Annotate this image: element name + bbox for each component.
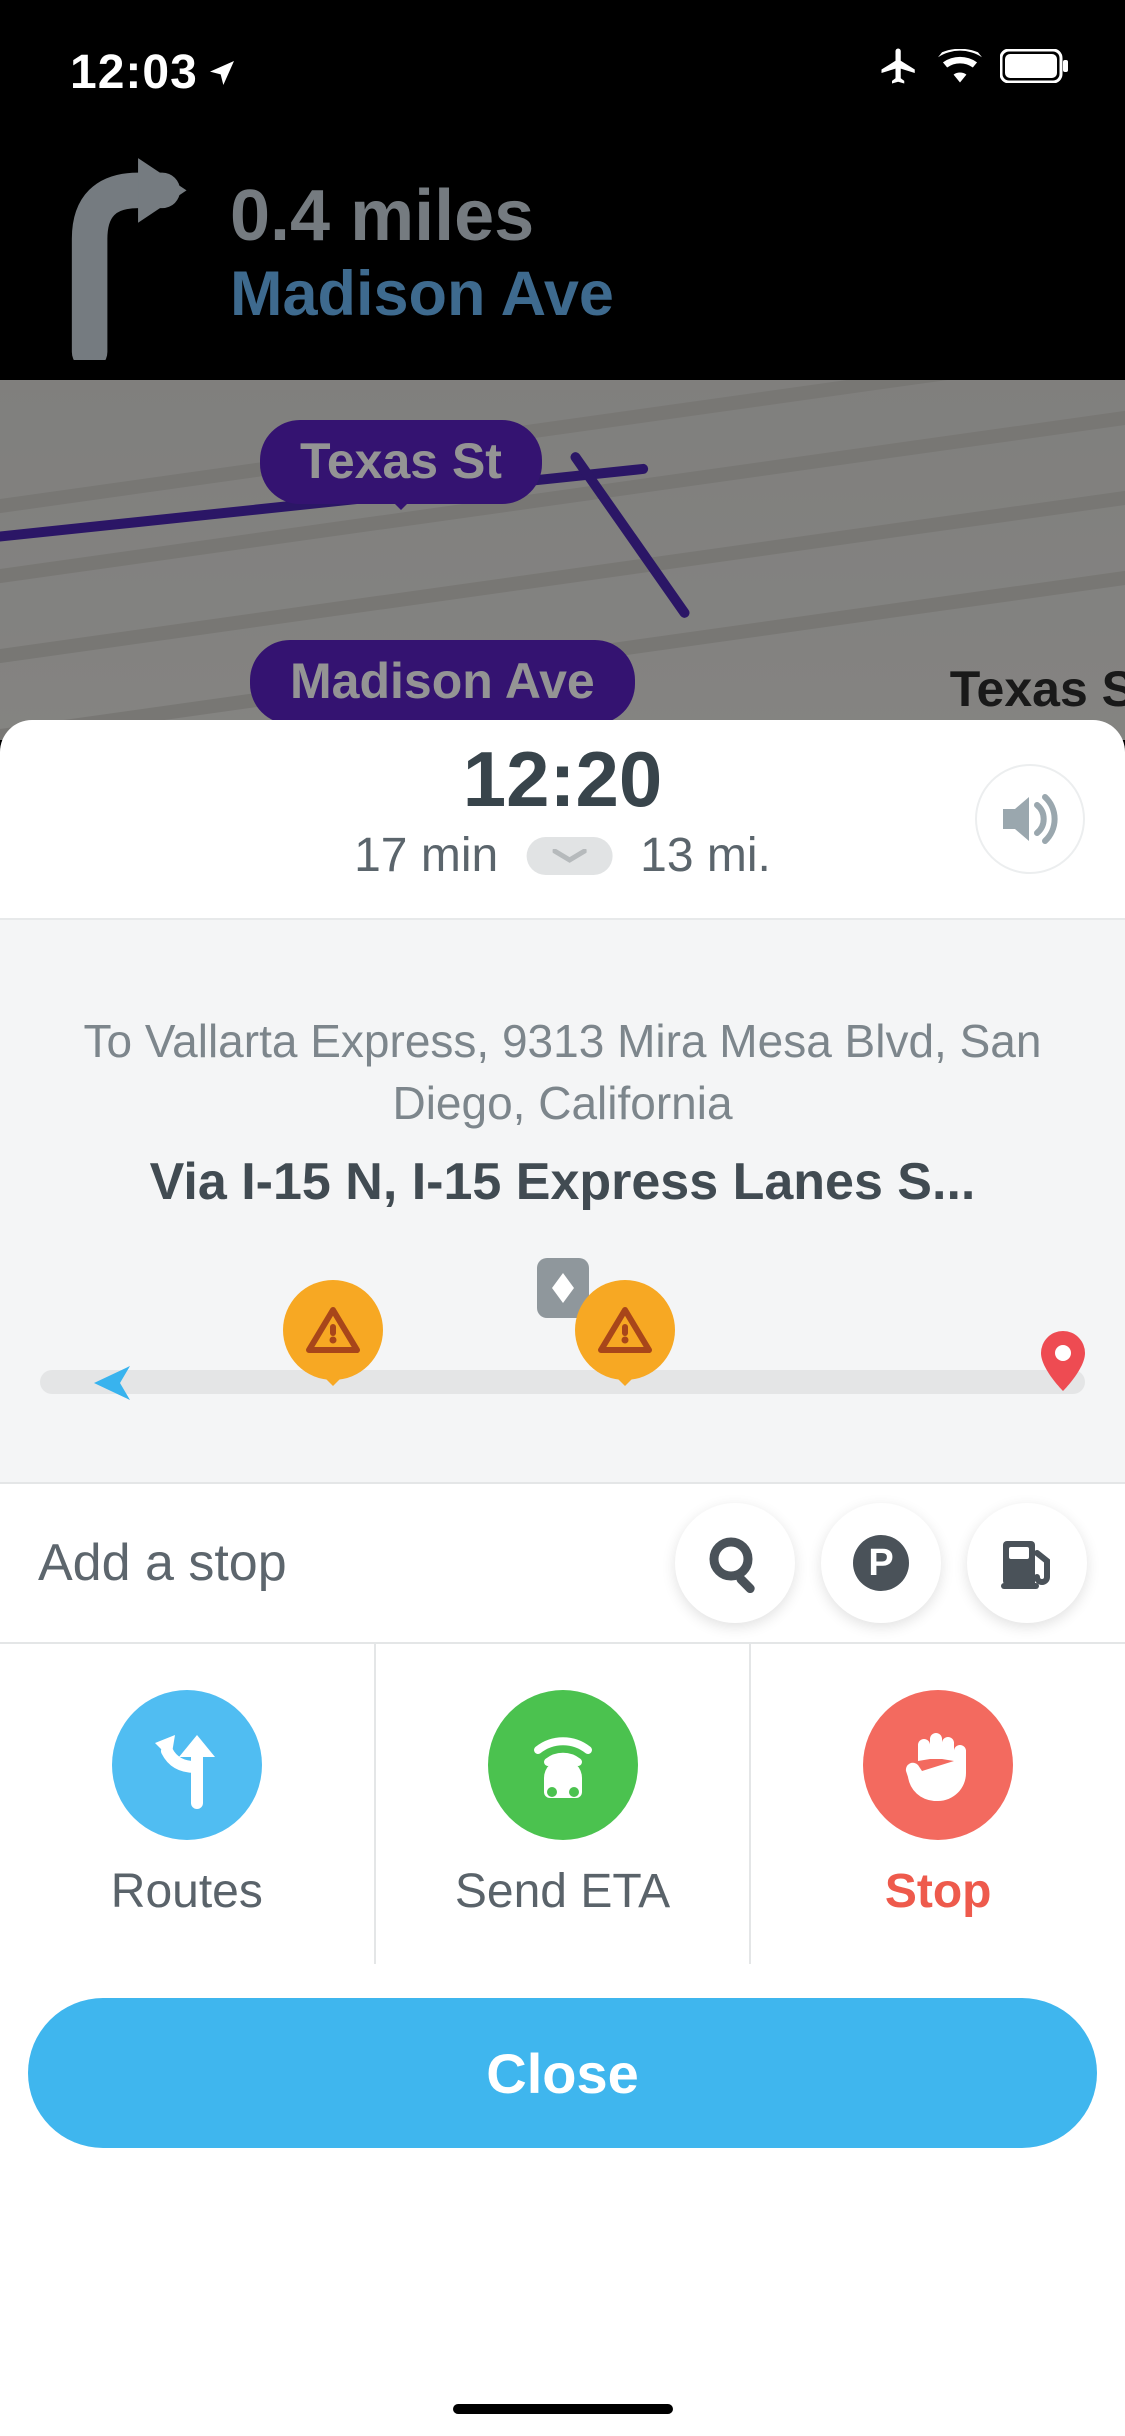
map-area[interactable]: Texas St Madison Ave Texas S xyxy=(0,380,1125,740)
navigation-instruction-panel[interactable]: 0.4 miles Madison Ave xyxy=(0,130,1125,380)
eta-sub-row: 17 min 13 mi. xyxy=(354,828,771,883)
route-progress-bar[interactable] xyxy=(40,1322,1085,1412)
close-button[interactable]: Close xyxy=(28,1998,1097,2148)
home-indicator[interactable] xyxy=(453,2404,673,2414)
stop-icon xyxy=(863,1690,1013,1840)
battery-icon xyxy=(1000,49,1070,83)
location-arrow-icon xyxy=(206,57,238,89)
stop-label: Stop xyxy=(885,1864,992,1919)
speaker-icon xyxy=(999,791,1061,847)
add-stop-label: Add a stop xyxy=(38,1533,287,1593)
current-position-icon xyxy=(90,1360,136,1406)
eta-summary-row[interactable]: 12:20 17 min 13 mi. xyxy=(0,720,1125,920)
status-time-group: 12:03 xyxy=(70,45,238,100)
eta-duration: 17 min xyxy=(354,828,498,883)
destination-address: To Vallarta Express, 9313 Mira Mesa Blvd… xyxy=(40,1010,1085,1134)
status-bar: 12:03 xyxy=(0,0,1125,130)
add-stop-gas-button[interactable] xyxy=(967,1503,1087,1623)
wifi-icon xyxy=(938,49,982,83)
close-button-wrap: Close xyxy=(0,1964,1125,2148)
nav-distance: 0.4 miles xyxy=(230,180,614,252)
add-stop-search-button[interactable] xyxy=(675,1503,795,1623)
sound-toggle-button[interactable] xyxy=(975,764,1085,874)
bottom-sheet: 12:20 17 min 13 mi. To Vallarta Express,… xyxy=(0,720,1125,2436)
status-time: 12:03 xyxy=(70,45,198,100)
hazard-warning-icon[interactable] xyxy=(283,1280,383,1400)
eta-arrival-time: 12:20 xyxy=(354,740,771,818)
chevron-down-icon xyxy=(552,849,586,863)
nav-street-name: Madison Ave xyxy=(230,258,614,330)
turn-right-arrow-icon xyxy=(45,150,215,360)
destination-block: To Vallarta Express, 9313 Mira Mesa Blvd… xyxy=(0,920,1125,1484)
add-stop-icon-group: P xyxy=(675,1503,1087,1623)
actions-row: Routes Send ETA Stop xyxy=(0,1644,1125,1964)
hazard-warning-icon[interactable] xyxy=(575,1280,675,1400)
progress-track xyxy=(40,1370,1085,1394)
routes-icon xyxy=(112,1690,262,1840)
send-eta-label: Send ETA xyxy=(455,1864,670,1919)
routes-label: Routes xyxy=(111,1864,263,1919)
eta-distance: 13 mi. xyxy=(640,828,771,883)
gas-pump-icon xyxy=(997,1533,1057,1593)
eta-center-block: 12:20 17 min 13 mi. xyxy=(354,740,771,883)
airplane-mode-icon xyxy=(878,45,920,87)
parking-icon: P xyxy=(850,1532,912,1594)
stop-button[interactable]: Stop xyxy=(751,1644,1125,1964)
destination-pin-icon xyxy=(1037,1329,1089,1398)
routes-button[interactable]: Routes xyxy=(0,1644,376,1964)
send-eta-icon xyxy=(488,1690,638,1840)
add-stop-row: Add a stop P xyxy=(0,1484,1125,1644)
svg-text:P: P xyxy=(868,1542,893,1584)
status-right-icons xyxy=(878,45,1070,87)
nav-instruction-text: 0.4 miles Madison Ave xyxy=(230,180,614,330)
close-button-label: Close xyxy=(486,2041,639,2106)
send-eta-button[interactable]: Send ETA xyxy=(376,1644,752,1964)
search-icon xyxy=(705,1533,765,1593)
destination-via-route: Via I-15 N, I-15 Express Lanes S... xyxy=(40,1152,1085,1212)
add-stop-parking-button[interactable]: P xyxy=(821,1503,941,1623)
sheet-drag-handle[interactable] xyxy=(526,837,612,875)
